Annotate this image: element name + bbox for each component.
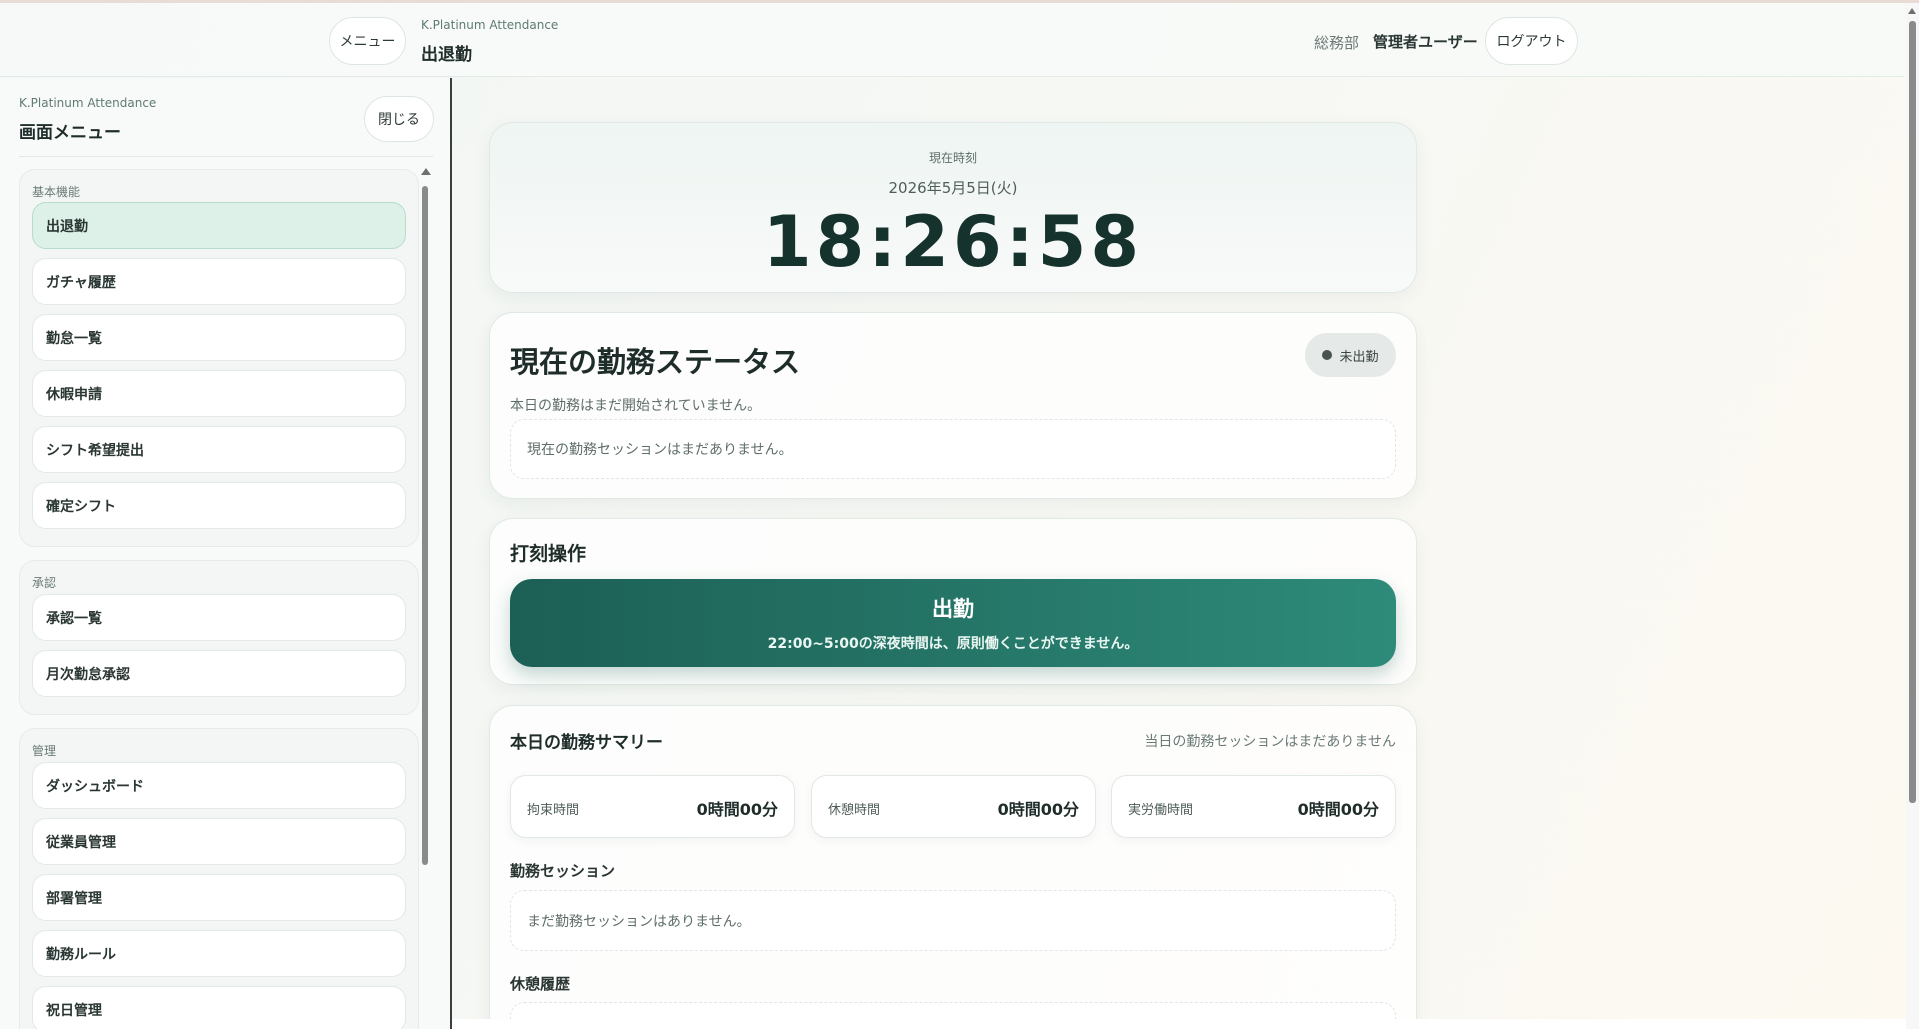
scroll-up-arrow-icon[interactable] [421, 168, 431, 175]
sidebar-group-approval: 承認 承認一覧 月次勤怠承認 [19, 560, 419, 715]
sidebar-group-label: 基本機能 [32, 185, 81, 199]
sidebar-close-button[interactable]: 閉じる [364, 96, 434, 142]
sidebar-item-leave-request[interactable]: 休暇申請 [32, 370, 406, 417]
work-status-card: 現在の勤務ステータス 未出勤 本日の勤務はまだ開始されていません。 現在の勤務セ… [489, 312, 1417, 499]
metric-binding-time: 拘束時間 0時間00分 [510, 775, 795, 838]
clock-in-label: 出勤 [932, 597, 974, 621]
break-history-label: 休憩履歴 [510, 975, 571, 993]
menu-button[interactable]: メニュー [329, 17, 406, 65]
logout-button[interactable]: ログアウト [1485, 17, 1578, 65]
summary-title: 本日の勤務サマリー [510, 733, 663, 753]
sidebar-item-approval-list[interactable]: 承認一覧 [32, 594, 406, 641]
sidebar-group-admin: 管理 ダッシュボード 従業員管理 部署管理 勤務ルール 祝日管理 [19, 728, 419, 1029]
sessions-label: 勤務セッション [510, 862, 616, 880]
metric-value: 0時間00分 [997, 800, 1079, 819]
clock-date: 2026年5月5日(火) [888, 179, 1018, 197]
sidebar-item-dashboard[interactable]: ダッシュボード [32, 762, 406, 809]
summary-note: 当日の勤務セッションはまだありません [1144, 734, 1396, 750]
user-department: 総務部 [1314, 34, 1360, 52]
sidebar-group-label: 管理 [32, 744, 57, 758]
header-app-name: K.Platinum Attendance [421, 18, 559, 32]
status-badge-label: 未出勤 [1339, 349, 1379, 365]
metric-actual-work-time: 実労働時間 0時間00分 [1111, 775, 1396, 838]
scroll-up-arrow-icon[interactable] [1908, 8, 1916, 14]
sidebar-group-basic: 基本機能 出退勤 ガチャ履歴 勤怠一覧 休暇申請 シフト希望提出 確定シフト [19, 169, 419, 547]
page-title: 出退勤 [421, 45, 472, 65]
metric-label: 休憩時間 [828, 803, 881, 818]
sidebar-item-holiday-management[interactable]: 祝日管理 [32, 986, 406, 1029]
status-subtitle: 本日の勤務はまだ開始されていません。 [510, 398, 762, 414]
metric-value: 0時間00分 [1297, 800, 1379, 819]
sidebar-item-attendance-list[interactable]: 勤怠一覧 [32, 314, 406, 361]
clock-in-note: 22:00~5:00の深夜時間は、原則働くことができません。 [767, 636, 1139, 652]
sidebar-item-shift-request[interactable]: シフト希望提出 [32, 426, 406, 473]
sidebar-item-confirmed-shift[interactable]: 確定シフト [32, 482, 406, 529]
page-scrollbar[interactable] [1906, 3, 1919, 1029]
sidebar-item-work-rules[interactable]: 勤務ルール [32, 930, 406, 977]
metric-break-time: 休憩時間 0時間00分 [811, 775, 1096, 838]
sessions-empty-box: まだ勤務セッションはありません。 [510, 890, 1396, 951]
metric-label: 拘束時間 [527, 803, 580, 818]
current-session-box: 現在の勤務セッションはまだありません。 [510, 419, 1396, 479]
metric-label: 実労働時間 [1128, 803, 1194, 818]
clock-label: 現在時刻 [928, 151, 977, 165]
sidebar-divider [19, 156, 433, 157]
sidebar-item-monthly-approval[interactable]: 月次勤怠承認 [32, 650, 406, 697]
clock-time: 18:26:58 [762, 201, 1144, 283]
daily-summary-card: 本日の勤務サマリー 当日の勤務セッションはまだありません 拘束時間 0時間00分… [489, 705, 1417, 1029]
sidebar-scrollbar[interactable] [420, 168, 431, 958]
viewport-bottom-edge [452, 1019, 1906, 1029]
sidebar-scroll-thumb[interactable] [422, 186, 428, 865]
user-name: 管理者ユーザー [1373, 33, 1478, 51]
punch-title: 打刻操作 [510, 543, 587, 565]
sidebar-item-employee-management[interactable]: 従業員管理 [32, 818, 406, 865]
clock-in-button[interactable]: 出勤 22:00~5:00の深夜時間は、原則働くことができません。 [510, 579, 1396, 667]
sidebar-menu: K.Platinum Attendance 画面メニュー 閉じる 基本機能 出退… [0, 78, 452, 1029]
sidebar-title: 画面メニュー [19, 123, 121, 143]
status-title: 現在の勤務ステータス [510, 345, 801, 379]
sidebar-item-gacha-history[interactable]: ガチャ履歴 [32, 258, 406, 305]
sidebar-app-name: K.Platinum Attendance [19, 96, 157, 110]
metric-value: 0時間00分 [696, 800, 778, 819]
status-badge: 未出勤 [1305, 333, 1396, 377]
clock-card: 現在時刻 2026年5月5日(火) 18:26:58 [489, 122, 1417, 293]
punch-card: 打刻操作 出勤 22:00~5:00の深夜時間は、原則働くことができません。 [489, 518, 1417, 685]
app-header: メニュー K.Platinum Attendance 出退勤 総務部 管理者ユー… [0, 3, 1904, 77]
sidebar-item-department-management[interactable]: 部署管理 [32, 874, 406, 921]
sidebar-group-label: 承認 [32, 576, 57, 590]
page-scroll-thumb[interactable] [1909, 21, 1916, 803]
status-dot-icon [1322, 350, 1333, 360]
sidebar-item-attendance[interactable]: 出退勤 [32, 202, 406, 249]
